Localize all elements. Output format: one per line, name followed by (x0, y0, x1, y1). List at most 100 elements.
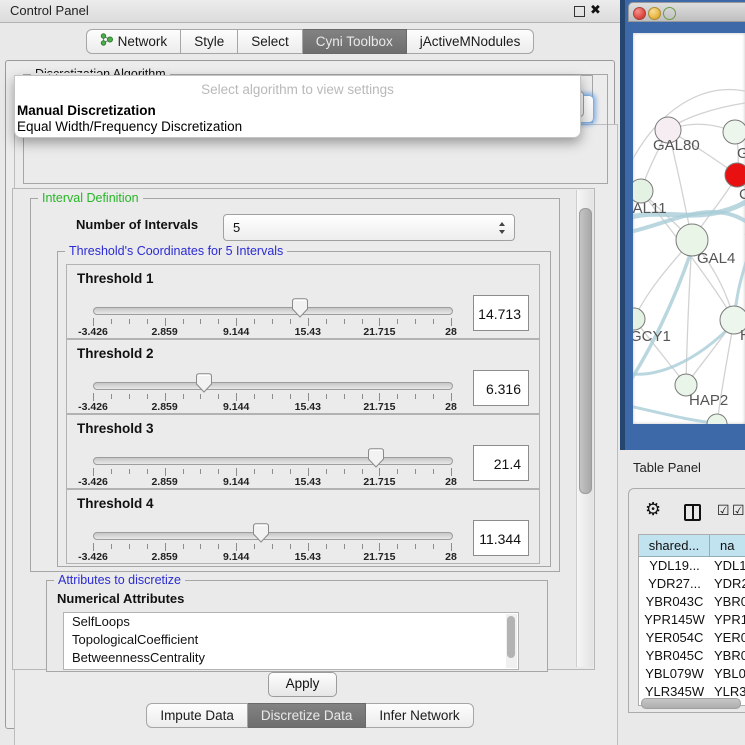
network-node[interactable] (707, 414, 727, 424)
slider-tick (326, 319, 327, 324)
numerical-attributes-label: Numerical Attributes (57, 591, 184, 606)
table-row[interactable]: YPR145WYPR1 (639, 611, 745, 629)
column-header-shared[interactable]: shared... (639, 535, 710, 557)
tab-impute-data[interactable]: Impute Data (146, 703, 248, 728)
scale-label: 21.715 (363, 476, 395, 488)
network-node-gcy1[interactable] (633, 308, 645, 330)
table-row[interactable]: YBL079WYBL0 (639, 665, 745, 683)
horizontal-scrollbar-thumb[interactable] (641, 698, 741, 709)
slider-tick (415, 469, 416, 474)
cell-shared-name: YBL079W (639, 665, 710, 683)
slider-tick (93, 318, 94, 326)
attributes-scrollbar[interactable] (506, 614, 517, 668)
slider-tick (111, 319, 112, 324)
tab-style[interactable]: Style (181, 29, 238, 54)
control-panel: Control Panel ✖ Network Style Select Cyni T… (0, 0, 620, 745)
attributes-scrollbar-thumb[interactable] (507, 616, 515, 658)
attribute-list-item[interactable]: SelfLoops (64, 613, 518, 631)
slider-tick (218, 319, 219, 324)
close-traffic-light-icon[interactable] (633, 7, 646, 20)
apply-button[interactable]: Apply (268, 672, 337, 697)
column-header-name[interactable]: na (710, 535, 745, 557)
tab-jactivemnodules[interactable]: jActiveMNodules (407, 29, 535, 54)
table-row[interactable]: YDL19...YDL1 (639, 557, 745, 575)
attribute-list-item[interactable]: BetweennessCentrality (64, 649, 518, 667)
tab-network[interactable]: Network (86, 29, 182, 54)
network-node-c[interactable] (725, 163, 745, 187)
table-row[interactable]: YER054CYER0 (639, 629, 745, 647)
gear-icon[interactable]: ⚙ (645, 501, 661, 519)
network-node-label: H (740, 327, 745, 344)
tab-cyni-toolbox[interactable]: Cyni Toolbox (303, 29, 407, 54)
tab-select[interactable]: Select (238, 29, 303, 54)
algorithm-option[interactable]: Equal Width/Frequency Discretization (17, 119, 242, 134)
threshold-value-field[interactable]: 11.344 (473, 520, 529, 556)
slider-tick (254, 469, 255, 474)
tab-label: Network (118, 30, 168, 53)
slider-thumb[interactable] (291, 298, 309, 318)
threshold-value-field[interactable]: 21.4 (473, 445, 529, 481)
scale-label: 15.43 (295, 551, 321, 563)
tab-infer-network[interactable]: Infer Network (366, 703, 473, 728)
slider-track[interactable] (93, 307, 453, 315)
checkbox-icon[interactable]: ☑ (732, 503, 745, 519)
checkbox-icon[interactable]: ☑ (717, 503, 730, 519)
float-window-icon[interactable] (574, 6, 585, 17)
attribute-items: SelfLoopsTopologicalCoefficientBetweenne… (64, 613, 518, 667)
slider-tick (344, 319, 345, 324)
scale-label: 21.715 (363, 401, 395, 413)
slider-tick (254, 544, 255, 549)
numerical-attributes-list[interactable]: SelfLoopsTopologicalCoefficientBetweenne… (63, 612, 519, 670)
scale-label: 15.43 (295, 476, 321, 488)
window-frame-edge (620, 0, 625, 450)
network-window-titlebar[interactable] (628, 2, 745, 22)
cyni-mode-tabs: Impute DataDiscretize Data Infer Network (0, 703, 620, 728)
cell-name: YDR2 (714, 575, 745, 593)
slider-tick (415, 394, 416, 399)
table-row[interactable]: YBR045CYBR0 (639, 647, 745, 665)
tab-label: Infer Network (379, 704, 459, 727)
threshold-value-field[interactable]: 6.316 (473, 370, 529, 406)
slider-tick (218, 469, 219, 474)
slider-track[interactable] (93, 382, 453, 390)
slider-track[interactable] (93, 532, 453, 540)
slider-tick (147, 544, 148, 549)
slider-tick (308, 393, 309, 401)
threshold-value-field[interactable]: 14.713 (473, 295, 529, 331)
slider-track[interactable] (93, 457, 453, 465)
cell-shared-name: YPR145W (639, 611, 710, 629)
slider-tick (433, 469, 434, 474)
slider-thumb[interactable] (367, 448, 385, 468)
number-of-intervals-combobox[interactable]: 5 (223, 214, 515, 241)
node-attribute-table[interactable]: shared... na YDL19...YDL1YDR27...YDR2YBR… (638, 534, 745, 706)
table-row[interactable]: YBR043CYBR0 (639, 593, 745, 611)
slider-thumb[interactable] (195, 373, 213, 393)
scale-label: 28 (445, 551, 457, 563)
tab-label: Select (251, 30, 289, 53)
slider-tick (200, 469, 201, 474)
vertical-scrollbar-thumb[interactable] (579, 208, 592, 494)
scale-label: 21.715 (363, 326, 395, 338)
attribute-list-item[interactable]: TopologicalCoefficient (64, 631, 518, 649)
algorithm-option[interactable]: Manual Discretization (17, 103, 156, 118)
scale-label: -3.426 (78, 326, 108, 338)
slider-tick (93, 393, 94, 401)
scale-label: 15.43 (295, 401, 321, 413)
control-panel-title: Control Panel (10, 0, 89, 22)
zoom-traffic-light-icon[interactable] (663, 7, 676, 20)
slider-tick (290, 319, 291, 324)
minimize-traffic-light-icon[interactable] (648, 7, 661, 20)
slider-tick (362, 469, 363, 474)
vertical-scrollbar[interactable] (576, 190, 593, 667)
network-canvas[interactable]: GAL80GACGAL11GAL4GCY1HHAP2 (633, 33, 745, 424)
slider-tick (415, 319, 416, 324)
slider-thumb[interactable] (252, 523, 270, 543)
close-icon[interactable]: ✖ (590, 0, 601, 22)
split-view-icon[interactable] (684, 504, 701, 521)
number-of-intervals-value: 5 (233, 215, 492, 240)
slider-tick (433, 394, 434, 399)
threshold-label: Threshold 4 (77, 496, 154, 511)
table-row[interactable]: YDR27...YDR2 (639, 575, 745, 593)
network-node-ga[interactable] (723, 120, 745, 144)
tab-discretize-data[interactable]: Discretize Data (248, 703, 367, 728)
